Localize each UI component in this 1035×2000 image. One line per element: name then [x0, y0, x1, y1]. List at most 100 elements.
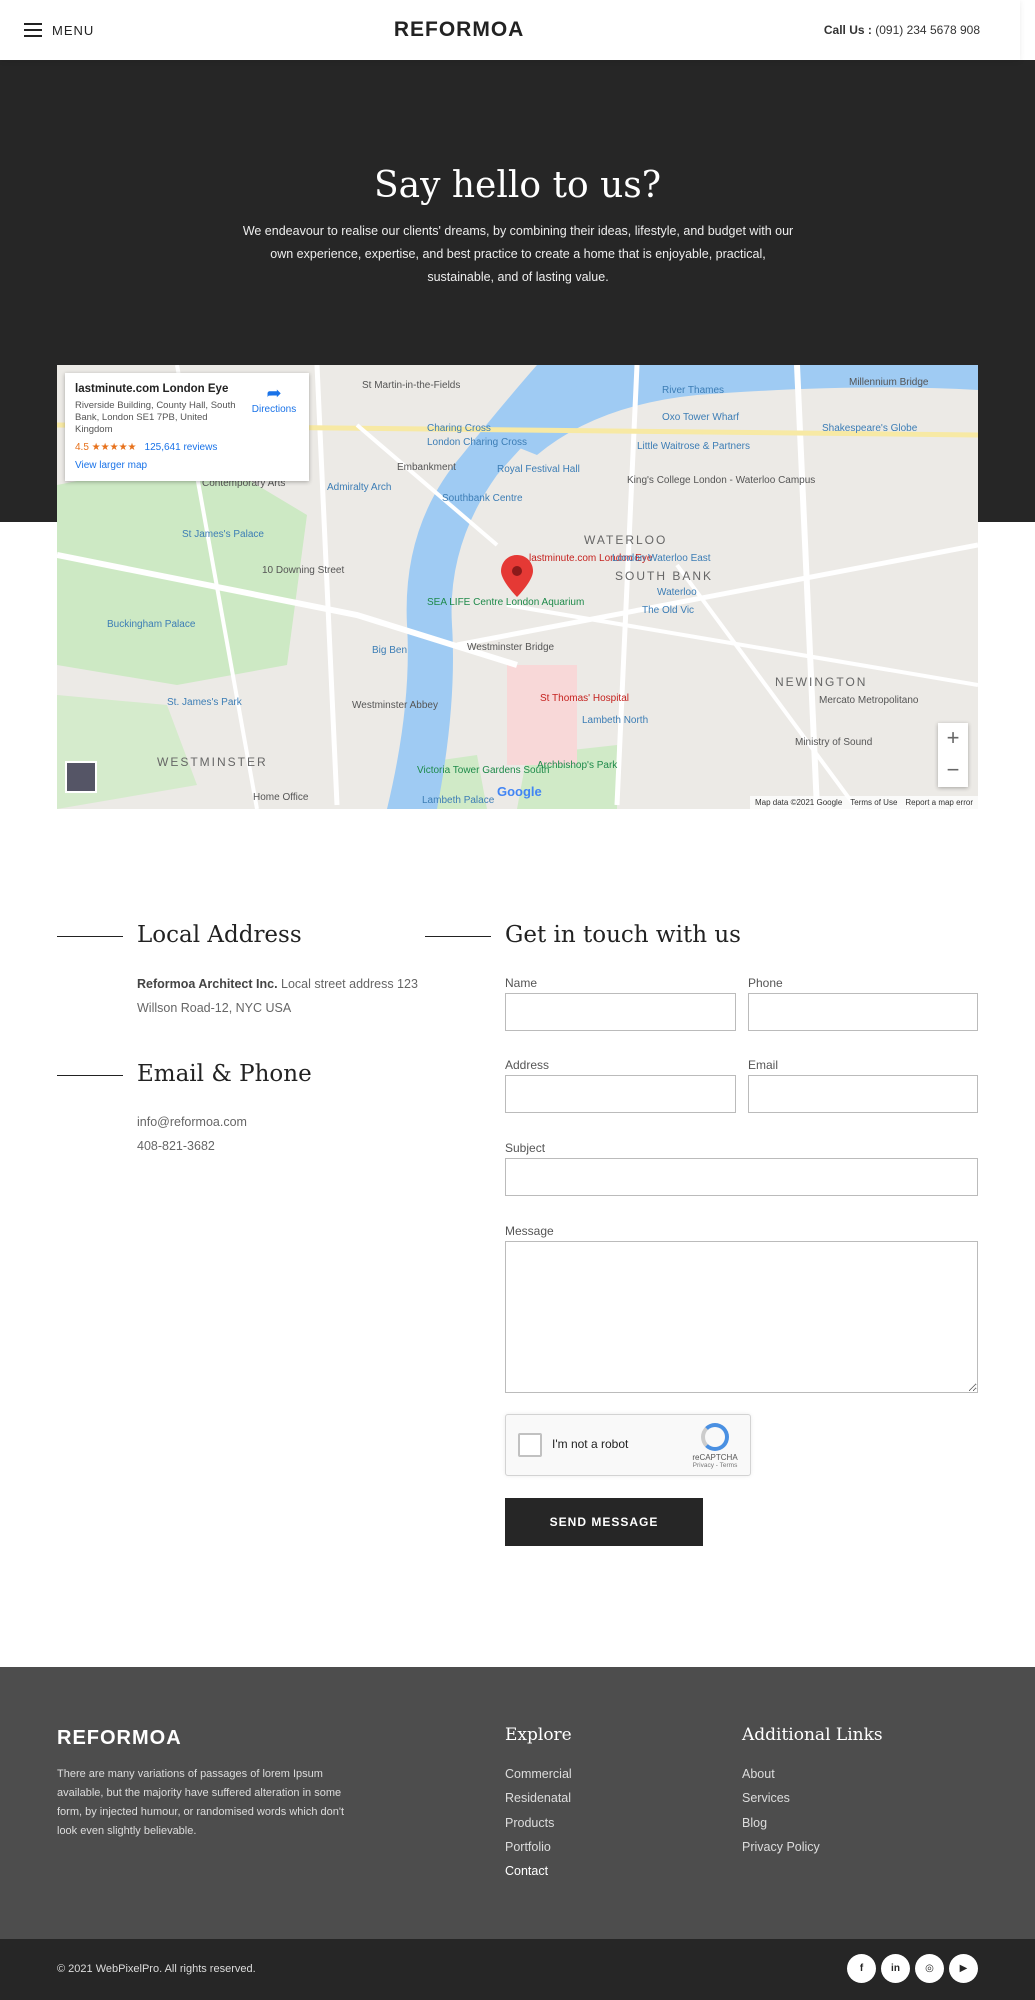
directions-button[interactable]: ➦ Directions — [249, 383, 299, 415]
map-label: Buckingham Palace — [107, 619, 196, 630]
footer-link-privacy-policy[interactable]: Privacy Policy — [742, 1840, 820, 1864]
zoom-in-button[interactable]: + — [938, 723, 968, 755]
map-label: Victoria Tower Gardens South — [417, 765, 550, 776]
reviews-link[interactable]: 125,641 reviews — [145, 442, 218, 453]
map-label: Southbank Centre — [442, 493, 523, 504]
footer-link-commercial[interactable]: Commercial — [505, 1767, 572, 1791]
map-label: London Waterloo East — [612, 553, 711, 564]
footer-description: There are many variations of passages of… — [57, 1768, 345, 1837]
map-label: St Martin-in-the-Fields — [362, 380, 461, 391]
phone-input[interactable] — [748, 993, 978, 1031]
footer-link-services[interactable]: Services — [742, 1791, 820, 1815]
hero-text: We endeavour to realise our clients' dre… — [242, 224, 794, 284]
recaptcha-logo: reCAPTCHA Privacy - Terms — [690, 1423, 740, 1469]
email-phone-title: Email & Phone — [137, 1061, 312, 1087]
map-label: Big Ben — [372, 645, 408, 656]
call-us-label: Call Us : — [823, 23, 872, 37]
hamburger-icon — [24, 23, 42, 37]
map-label: Admiralty Arch — [327, 482, 392, 493]
map-data-text: Map data ©2021 Google — [754, 798, 843, 807]
zoom-out-button[interactable]: − — [938, 755, 968, 787]
map-label: Mercato Metropolitano — [819, 695, 919, 706]
phone-number[interactable]: 408-821-3682 — [137, 1134, 247, 1158]
rating-stars: 4.5 ★★★★★ — [75, 442, 137, 453]
place-rating: 4.5 ★★★★★ 125,641 reviews — [75, 442, 299, 453]
recaptcha-widget: I'm not a robot reCAPTCHA Privacy - Term… — [505, 1414, 751, 1476]
map-label: Oxo Tower Wharf — [662, 412, 740, 423]
google-map[interactable]: St Martin-in-the-Fields Charing Cross Lo… — [57, 365, 978, 809]
street-view-thumbnail[interactable] — [65, 761, 97, 793]
email-address[interactable]: info@reformoa.com — [137, 1110, 247, 1134]
recaptcha-brand: reCAPTCHA — [692, 1453, 738, 1462]
map-label: Shakespeare's Globe — [822, 423, 918, 434]
subject-input[interactable] — [505, 1158, 978, 1196]
footer-link-contact[interactable]: Contact — [505, 1864, 572, 1888]
section-divider — [57, 936, 123, 937]
zoom-controls: + − — [938, 723, 968, 787]
local-address: Reformoa Architect Inc. Local street add… — [137, 972, 427, 1020]
address-title: Local Address — [137, 922, 302, 948]
map-label: Embankment — [397, 462, 456, 473]
recaptcha-checkbox[interactable] — [518, 1433, 542, 1457]
map-label: Little Waitrose & Partners — [637, 441, 751, 452]
map-label: Lambeth North — [582, 715, 649, 726]
send-message-button[interactable]: SEND MESSAGE — [505, 1498, 703, 1546]
address-label: Address — [505, 1058, 550, 1072]
address-input[interactable] — [505, 1075, 736, 1113]
map-label: Waterloo — [657, 587, 697, 598]
copyright: © 2021 WebPixelPro. All rights reserved. — [57, 1963, 256, 1975]
company-name: Reformoa Architect Inc. — [137, 977, 278, 991]
recaptcha-links[interactable]: Privacy - Terms — [690, 1462, 740, 1469]
terms-of-use-link[interactable]: Terms of Use — [850, 798, 897, 807]
map-label: St. James's Park — [167, 697, 242, 708]
linkedin-icon[interactable]: in — [881, 1954, 910, 1983]
place-address: Riverside Building, County Hall, South B… — [75, 400, 236, 435]
message-textarea[interactable] — [505, 1241, 978, 1393]
footer-link-blog[interactable]: Blog — [742, 1816, 820, 1840]
contact-details: info@reformoa.com 408-821-3682 — [137, 1110, 247, 1158]
section-divider — [57, 1075, 123, 1076]
map-label: Lambeth Palace — [422, 795, 495, 806]
footer-link-about[interactable]: About — [742, 1767, 820, 1791]
directions-label: Directions — [251, 404, 297, 415]
phone-label: Phone — [748, 976, 783, 990]
map-label: The Old Vic — [642, 605, 695, 616]
recaptcha-icon — [701, 1423, 729, 1451]
instagram-icon[interactable]: ◎ — [915, 1954, 944, 1983]
map-label: Charing Cross — [427, 423, 491, 434]
footer-logo[interactable]: REFORMOA — [57, 1727, 182, 1750]
section-divider — [425, 936, 491, 937]
menu-button[interactable]: MENU — [24, 23, 94, 38]
bottom-bar: © 2021 WebPixelPro. All rights reserved.… — [0, 1939, 1035, 2000]
youtube-icon[interactable]: ▶ — [949, 1954, 978, 1983]
call-us: Call Us : (091) 234 5678 908 — [824, 23, 980, 37]
additional-links-list: About Services Blog Privacy Policy — [742, 1767, 820, 1864]
map-label: Archbishop's Park — [537, 760, 618, 771]
map-label: Millennium Bridge — [849, 377, 929, 388]
call-us-phone[interactable]: (091) 234 5678 908 — [875, 23, 980, 37]
explore-list: Commercial Residenatal Products Portfoli… — [505, 1767, 572, 1888]
map-label: River Thames — [662, 385, 725, 396]
map-label: WATERLOO — [584, 533, 668, 547]
form-title: Get in touch with us — [505, 922, 741, 948]
explore-title: Explore — [505, 1725, 572, 1745]
menu-label: MENU — [52, 22, 95, 38]
map-label: St Thomas' Hospital — [540, 693, 629, 704]
view-larger-map-link[interactable]: View larger map — [75, 460, 299, 471]
map-label: SEA LIFE Centre London Aquarium — [427, 597, 585, 608]
footer-link-residenatal[interactable]: Residenatal — [505, 1791, 572, 1815]
report-map-error-link[interactable]: Report a map error — [905, 798, 973, 807]
footer-link-portfolio[interactable]: Portfolio — [505, 1840, 572, 1864]
directions-icon: ➦ — [266, 383, 282, 403]
place-info-card: lastminute.com London Eye Riverside Buil… — [65, 373, 309, 481]
map-label: WESTMINSTER — [157, 755, 268, 769]
additional-links-title: Additional Links — [742, 1725, 883, 1745]
google-logo: Google — [497, 784, 542, 799]
footer-link-products[interactable]: Products — [505, 1816, 572, 1840]
map-label: Westminster Bridge — [467, 642, 555, 653]
site-logo[interactable]: REFORMOA — [394, 18, 525, 42]
name-input[interactable] — [505, 993, 736, 1031]
email-input[interactable] — [748, 1075, 978, 1113]
message-label: Message — [505, 1224, 554, 1238]
facebook-icon[interactable]: f — [847, 1954, 876, 1983]
